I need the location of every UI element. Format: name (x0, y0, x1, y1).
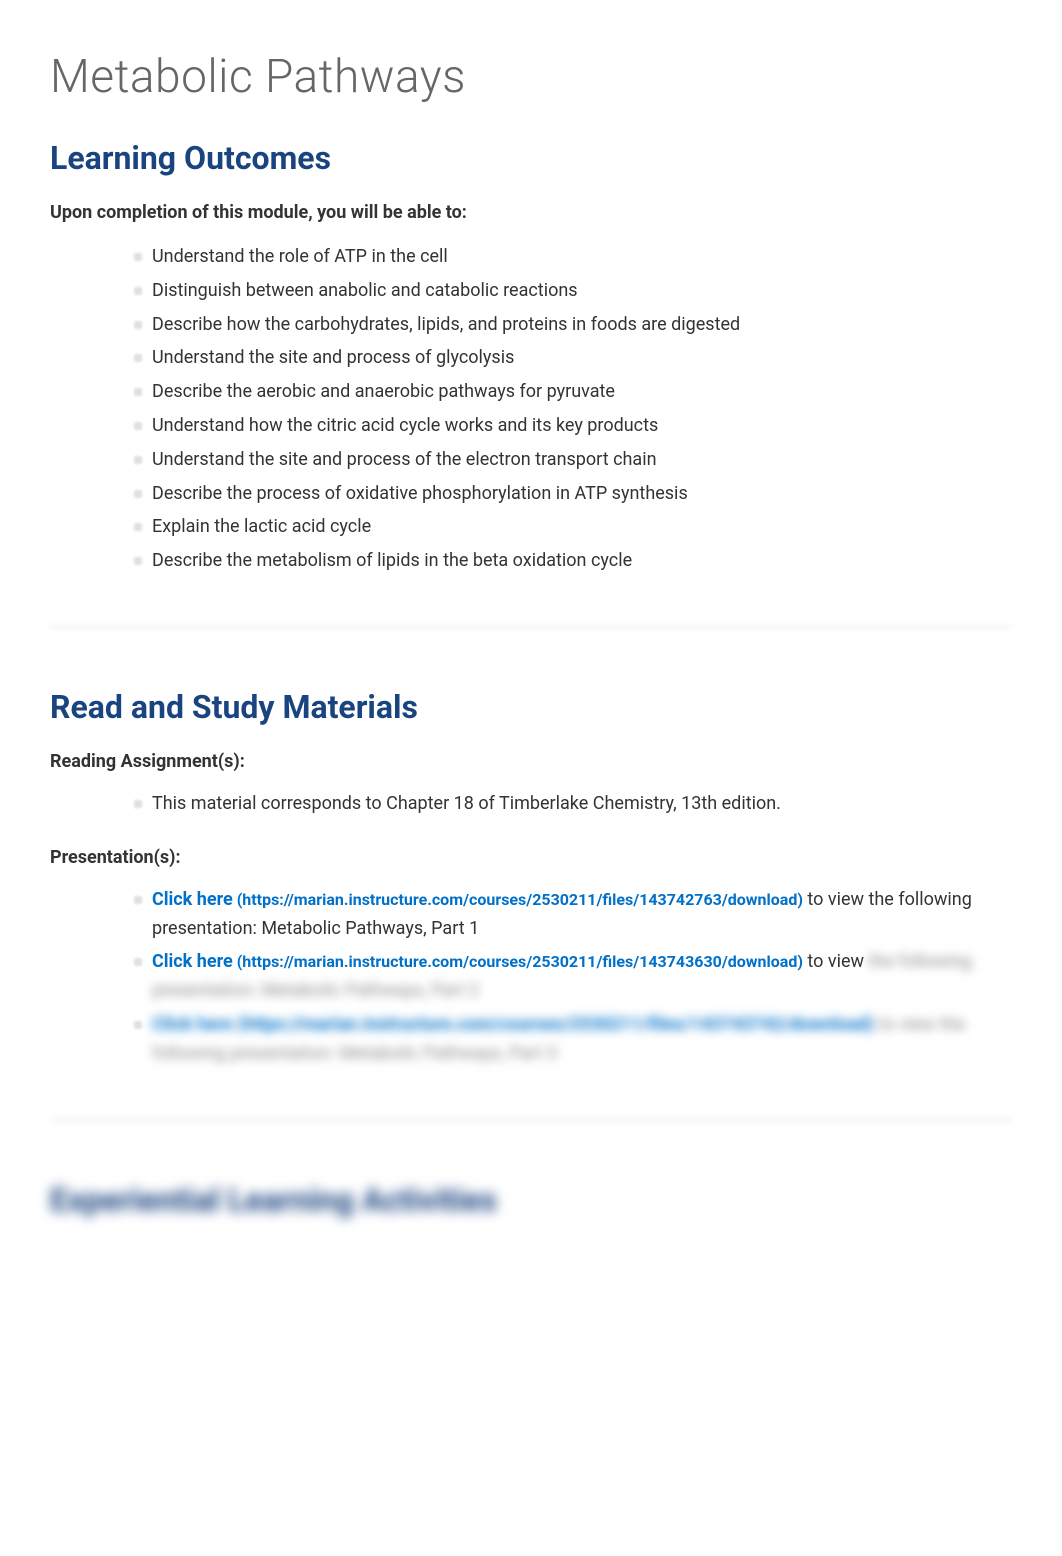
section-divider (50, 626, 1012, 628)
list-item: Click here (https://marian.instructure.c… (152, 948, 1012, 1006)
list-item: Click here (https://marian.instructure.c… (152, 886, 1012, 944)
list-item: Understand the site and process of the e… (152, 446, 1012, 475)
list-item: Understand how the citric acid cycle wor… (152, 412, 1012, 441)
presentation-url-2[interactable]: (https://marian.instructure.com/courses/… (233, 952, 803, 971)
list-item: Explain the lactic acid cycle (152, 513, 1012, 542)
list-item: Describe the metabolism of lipids in the… (152, 547, 1012, 576)
presentation-tail-2-prefix: to view (803, 951, 864, 972)
learning-outcomes-heading: Learning Outcomes (50, 139, 1012, 177)
section-divider (50, 1119, 1012, 1121)
list-item: Click here (https://marian.instructure.c… (152, 1011, 1012, 1069)
list-item: Understand the role of ATP in the cell (152, 243, 1012, 272)
experiential-heading-blurred: Experiential Learning Activities (50, 1181, 1012, 1219)
list-item: This material corresponds to Chapter 18 … (152, 790, 1012, 819)
list-item: Describe how the carbohydrates, lipids, … (152, 311, 1012, 340)
list-item: Distinguish between anabolic and catabol… (152, 277, 1012, 306)
list-item: Understand the site and process of glyco… (152, 344, 1012, 373)
presentation-link-1[interactable]: Click here (152, 889, 233, 910)
learning-outcomes-list: Understand the role of ATP in the cell D… (50, 243, 1012, 576)
presentation-url-1[interactable]: (https://marian.instructure.com/courses/… (233, 890, 803, 909)
presentation-link-3-blurred: Click here (https://marian.instructure.c… (152, 1014, 874, 1035)
list-item: Describe the aerobic and anaerobic pathw… (152, 378, 1012, 407)
presentation-list: Click here (https://marian.instructure.c… (50, 886, 1012, 1069)
presentation-tail-3-prefix-blurred: to view (874, 1014, 935, 1035)
read-study-heading: Read and Study Materials (50, 688, 1012, 726)
reading-list: This material corresponds to Chapter 18 … (50, 790, 1012, 819)
learning-outcomes-intro: Upon completion of this module, you will… (50, 202, 1012, 223)
presentation-link-2[interactable]: Click here (152, 951, 233, 972)
page-title: Metabolic Pathways (50, 50, 1012, 104)
list-item: Describe the process of oxidative phosph… (152, 480, 1012, 509)
presentation-subheading: Presentation(s): (50, 847, 1012, 868)
reading-assignment-subheading: Reading Assignment(s): (50, 751, 1012, 772)
